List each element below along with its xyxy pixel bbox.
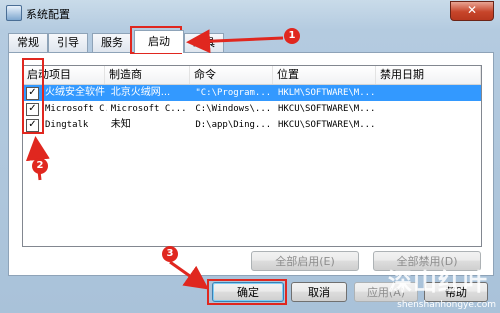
table-row[interactable]: ✓ Dingtalk 未知 D:\app\Ding... HKCU\SOFTWA… — [23, 117, 481, 133]
location: HKCU\SOFTWARE\M... — [277, 120, 376, 130]
table-row[interactable]: ✓ 火绒安全软件 北京火绒网... "C:\Program... HKLM\SO… — [23, 85, 481, 101]
annotation-badge-2: 2 — [32, 158, 48, 174]
manufacturer: 北京火绒网... — [110, 87, 171, 98]
cancel-button[interactable]: 取消 — [291, 282, 347, 302]
list-header: 启动项目 制造商 命令 位置 禁用日期 — [23, 66, 481, 85]
window-title: 系统配置 — [26, 8, 70, 21]
manufacturer: Microsoft C... — [110, 104, 187, 114]
startup-panel: 启动项目 制造商 命令 位置 禁用日期 ✓ 火绒安全软件 北京火绒网... "C… — [8, 52, 494, 276]
column-location[interactable]: 位置 — [273, 66, 376, 84]
ok-button-highlight — [207, 279, 287, 305]
close-button[interactable]: ✕ — [450, 1, 494, 21]
startup-list[interactable]: 启动项目 制造商 命令 位置 禁用日期 ✓ 火绒安全软件 北京火绒网... "C… — [22, 65, 482, 247]
tab-general[interactable]: 常规 — [8, 33, 48, 52]
checkbox-column-highlight — [22, 58, 44, 134]
table-row[interactable]: ✓ Microsoft C... Microsoft C... C:\Windo… — [23, 101, 481, 117]
command: "C:\Program... — [195, 88, 272, 98]
app-icon — [6, 5, 22, 21]
tab-tools[interactable]: 工具 — [184, 33, 224, 52]
column-manufacturer[interactable]: 制造商 — [105, 66, 190, 84]
watermark-url: shenshanhongye.com — [397, 300, 496, 310]
item-name: Microsoft C... — [45, 104, 107, 114]
manufacturer: 未知 — [110, 119, 131, 130]
enable-all-button[interactable]: 全部启用(E) — [251, 251, 359, 271]
tab-boot[interactable]: 引导 — [48, 33, 88, 52]
tab-startup[interactable]: 启动 — [134, 30, 184, 53]
title-bar[interactable]: 系统配置 ✕ — [0, 0, 500, 26]
location: HKLM\SOFTWARE\M... — [277, 88, 376, 98]
item-name: 火绒安全软件 — [45, 87, 105, 98]
command: C:\Windows\... — [195, 104, 272, 114]
annotation-badge-3: 3 — [162, 246, 178, 262]
watermark-logo: 深山红叶 — [388, 268, 488, 296]
column-disabled-date[interactable]: 禁用日期 — [376, 66, 481, 84]
column-command[interactable]: 命令 — [190, 66, 273, 84]
tab-services[interactable]: 服务 — [92, 33, 132, 52]
annotation-badge-1: 1 — [284, 28, 300, 44]
location: HKCU\SOFTWARE\M... — [277, 104, 376, 114]
command: D:\app\Ding... — [195, 120, 272, 130]
tab-strip: 常规 引导 服务 启动 工具 — [8, 30, 492, 53]
item-name: Dingtalk — [45, 120, 89, 130]
